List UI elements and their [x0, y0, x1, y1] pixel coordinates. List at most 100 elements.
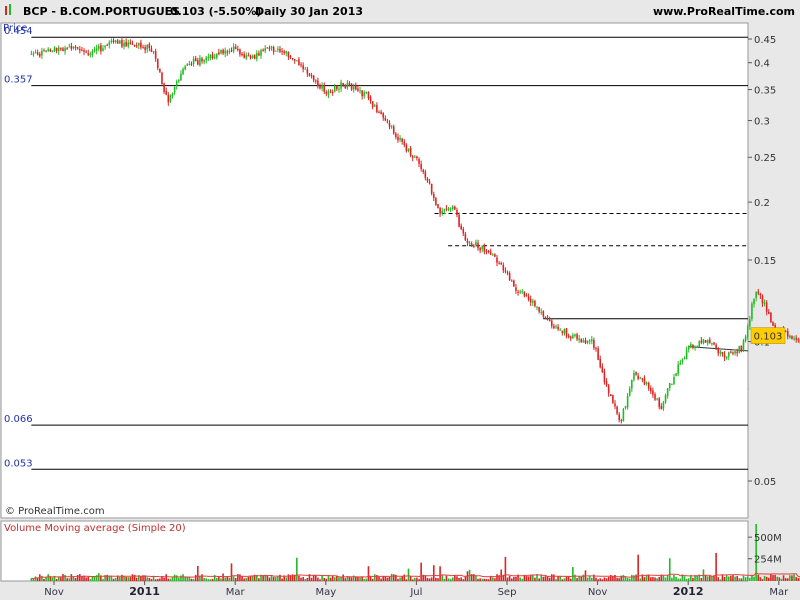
candle-body: [237, 48, 239, 50]
volume-bar: [409, 576, 412, 581]
candle-body: [369, 97, 372, 102]
candle-body: [123, 42, 125, 47]
candle-body: [255, 52, 258, 59]
volume-bar: [97, 573, 100, 581]
volume-bar: [306, 577, 309, 581]
candle-body: [85, 51, 87, 53]
candle-body: [106, 44, 109, 46]
volume-bar: [127, 577, 130, 581]
candle-body: [491, 254, 494, 256]
candle-body: [190, 63, 193, 65]
candle-body: [373, 105, 376, 107]
candle-body: [308, 73, 311, 76]
volume-bar: [224, 577, 226, 581]
candle-body: [47, 49, 50, 51]
candle-body: [407, 148, 410, 151]
candle-body: [692, 344, 694, 348]
candle-body: [706, 339, 709, 344]
volume-bar: [612, 576, 614, 581]
volume-bar: [439, 566, 441, 581]
candle-body: [60, 48, 62, 50]
volume-bar: [222, 573, 224, 581]
y-tick-label: 0.3: [754, 117, 770, 128]
volume-bar: [591, 577, 593, 581]
candle-body: [175, 81, 178, 87]
candle-body: [639, 377, 642, 379]
candle-body: [673, 376, 675, 385]
candle-body: [112, 40, 115, 42]
candle-body: [327, 90, 330, 95]
volume-bar: [572, 567, 574, 581]
volume-bar: [666, 575, 669, 581]
volume-bar: [237, 574, 239, 581]
volume-bar: [770, 574, 772, 581]
volume-bar: [784, 578, 787, 581]
candle-body: [241, 53, 243, 56]
volume-bar: [715, 552, 717, 581]
candle-body: [765, 302, 768, 312]
candle-body: [416, 156, 418, 159]
volume-bar: [631, 574, 633, 581]
candle-body: [660, 406, 663, 410]
candle-body: [140, 42, 142, 48]
volume-bar: [399, 577, 401, 581]
candle-body: [409, 148, 412, 156]
candle-body: [304, 68, 307, 70]
volume-bar: [515, 576, 517, 581]
candle-body: [287, 51, 290, 57]
volume-bar: [215, 578, 218, 581]
candle-body: [435, 198, 437, 205]
site-link[interactable]: www.ProRealTime.com: [653, 5, 795, 18]
candle-body: [464, 233, 467, 241]
volume-bar: [778, 577, 781, 581]
candle-body: [397, 136, 399, 141]
volume-bar: [355, 576, 357, 581]
volume-bar: [725, 575, 728, 581]
candle-body: [557, 326, 559, 330]
candle-body: [635, 372, 637, 375]
volume-bar: [458, 578, 460, 581]
volume-bar: [704, 575, 707, 581]
candle-body: [310, 75, 313, 77]
volume-bar: [93, 576, 96, 581]
volume-bar: [163, 577, 165, 581]
volume-bar: [578, 576, 580, 581]
candle-body: [133, 45, 136, 47]
volume-bar: [706, 576, 709, 581]
volume-bar: [114, 577, 117, 581]
candle-body: [791, 336, 793, 340]
candle-body: [352, 86, 355, 90]
candle-body: [616, 406, 618, 414]
candle-body: [49, 49, 52, 52]
volume-bar: [321, 575, 323, 581]
price-panel[interactable]: [0, 22, 749, 519]
volume-bar: [491, 577, 494, 581]
candle-body: [536, 306, 538, 308]
candle-body: [498, 263, 500, 265]
volume-bar: [148, 577, 151, 581]
volume-bar: [786, 578, 789, 581]
candle-body: [795, 338, 797, 340]
candle-body: [742, 340, 745, 352]
candle-body: [333, 85, 336, 92]
volume-bar: [652, 576, 654, 581]
volume-bar: [460, 577, 462, 581]
x-tick-label: Jul: [409, 587, 422, 598]
candle-body: [468, 242, 471, 244]
candle-body: [572, 335, 574, 339]
candle-body: [298, 59, 300, 66]
volume-bar: [407, 568, 410, 581]
candle-body: [454, 206, 456, 210]
volume-bar: [765, 576, 768, 581]
volume-bar: [300, 577, 302, 581]
volume-bar: [496, 574, 498, 581]
candle-body: [329, 91, 332, 93]
candle-body: [753, 298, 755, 305]
volume-bar: [243, 578, 245, 581]
candle-body: [525, 294, 528, 297]
volume-bar: [70, 574, 73, 581]
candle-body: [717, 347, 720, 354]
volume-bar: [296, 557, 298, 581]
candle-body: [582, 340, 585, 343]
candle-body: [306, 69, 309, 74]
